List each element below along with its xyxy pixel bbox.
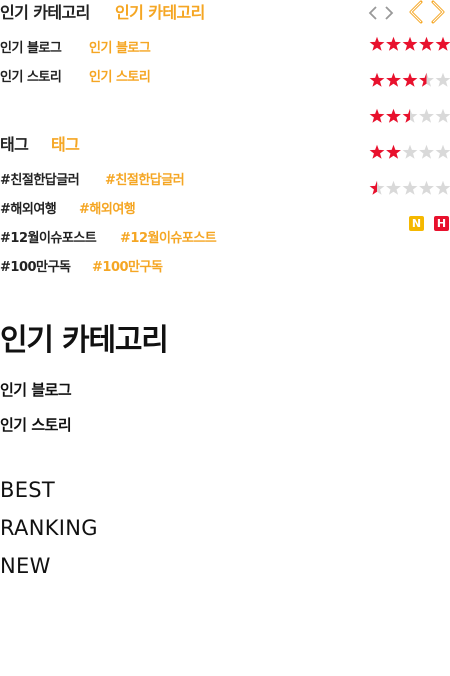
link-popular-blog-hover[interactable]: 인기 블로그 [89, 37, 151, 56]
tag-item-hover[interactable]: #친절한답글러 [105, 169, 185, 188]
star-icon [386, 108, 401, 123]
star-icon [369, 180, 385, 195]
rating-stars [369, 72, 450, 87]
star-icon [402, 144, 418, 159]
star-icon [369, 144, 385, 159]
menu-ranking[interactable]: RANKING [0, 516, 98, 540]
star-icon [402, 72, 418, 87]
tag-title-hover[interactable]: 태그 [51, 131, 80, 155]
section-link-story[interactable]: 인기 스토리 [0, 414, 72, 435]
rating-stars [369, 108, 450, 123]
small-arrows [368, 5, 398, 21]
tag-item-hover[interactable]: #해외여행 [79, 198, 136, 217]
star-icon [402, 36, 418, 51]
chevron-left-icon[interactable] [404, 0, 426, 24]
link-popular-story[interactable]: 인기 스토리 [0, 66, 62, 85]
menu-best[interactable]: BEST [0, 478, 55, 502]
hot-badge: H [434, 216, 449, 231]
tag-item-hover[interactable]: #100만구독 [92, 256, 163, 275]
star-icon [369, 108, 385, 123]
category-title: 인기 카테고리 [0, 3, 90, 22]
rating-stars [369, 180, 450, 195]
star-icon [435, 36, 450, 51]
star-icon [386, 36, 401, 51]
link-popular-story-hover[interactable]: 인기 스토리 [89, 66, 151, 85]
star-icon [386, 180, 401, 195]
star-icon [369, 72, 385, 87]
star-icon [419, 72, 434, 87]
star-icon [435, 144, 450, 159]
new-badge: N [409, 216, 424, 231]
star-icon [419, 108, 434, 123]
chevron-right-icon[interactable] [428, 0, 450, 24]
star-icon [386, 144, 401, 159]
link-popular-blog[interactable]: 인기 블로그 [0, 37, 62, 56]
star-icon [369, 36, 385, 51]
tag-item[interactable]: #해외여행 [0, 198, 57, 217]
tag-item-hover[interactable]: #12월이슈포스트 [120, 227, 217, 246]
tag-item[interactable]: #12월이슈포스트 [0, 227, 97, 246]
section-title: 인기 카테고리 [0, 323, 169, 358]
rating-stars [369, 36, 450, 51]
menu-new[interactable]: NEW [0, 554, 51, 578]
star-icon [419, 180, 434, 195]
star-icon [386, 72, 401, 87]
section-link-blog[interactable]: 인기 블로그 [0, 379, 72, 400]
category-title-hover[interactable]: 인기 카테고리 [115, 0, 205, 23]
star-icon [435, 72, 450, 87]
rating-stars [369, 144, 450, 159]
tag-title: 태그 [0, 135, 29, 154]
star-icon [402, 108, 418, 123]
star-icon [435, 180, 450, 195]
star-icon [419, 144, 434, 159]
star-icon [419, 36, 434, 51]
tag-item[interactable]: #100만구독 [0, 256, 71, 275]
tag-item[interactable]: #친절한답글러 [0, 169, 80, 188]
star-icon [402, 180, 418, 195]
star-icon [435, 108, 450, 123]
